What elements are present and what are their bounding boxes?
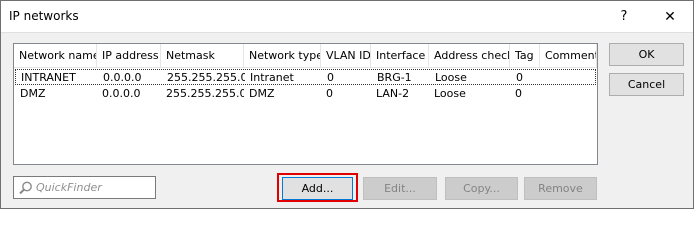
help-button[interactable]: ? xyxy=(601,1,647,32)
cell-comment xyxy=(540,86,596,101)
column-header-netmask[interactable]: Netmask xyxy=(161,44,244,68)
ip-networks-dialog: IP networks ? ✕ Network name IP address … xyxy=(0,0,694,209)
networks-table[interactable]: Network name IP address Netmask Network … xyxy=(13,43,598,165)
column-header-interface[interactable]: Interface xyxy=(371,44,429,68)
cell-ip-address: 0.0.0.0 xyxy=(103,71,142,84)
cell-interface: BRG-1 xyxy=(377,71,412,84)
close-button[interactable]: ✕ xyxy=(647,1,693,32)
table-header: Network name IP address Netmask Network … xyxy=(14,44,597,68)
cell-network-type: Intranet xyxy=(250,71,294,84)
remove-button[interactable]: Remove xyxy=(524,177,597,200)
column-header-comment[interactable]: Comment xyxy=(540,44,597,68)
cell-tag: 0 xyxy=(516,71,523,84)
column-header-vlan-id[interactable]: VLAN ID xyxy=(321,44,371,68)
add-button[interactable]: Add... xyxy=(282,177,353,200)
column-header-network-name[interactable]: Network name xyxy=(14,44,97,68)
ok-button[interactable]: OK xyxy=(609,43,684,66)
copy-button[interactable]: Copy... xyxy=(445,177,518,200)
title-bar: IP networks ? ✕ xyxy=(1,1,693,33)
quickfinder-field[interactable] xyxy=(13,176,156,199)
window-title: IP networks xyxy=(9,9,79,23)
cell-comment xyxy=(541,70,597,85)
column-header-address-check[interactable]: Address check xyxy=(429,44,510,68)
cell-interface: LAN-2 xyxy=(376,87,410,100)
cell-netmask: 255.255.255.0 xyxy=(166,87,244,100)
column-header-ip-address[interactable]: IP address xyxy=(97,44,161,68)
cell-network-type: DMZ xyxy=(249,87,275,100)
search-icon xyxy=(19,181,32,195)
table-row[interactable]: INTRANET 0.0.0.0 255.255.255.0 Intranet … xyxy=(15,69,596,85)
cell-network-name: DMZ xyxy=(20,87,46,100)
cancel-button[interactable]: Cancel xyxy=(609,73,684,96)
column-header-tag[interactable]: Tag xyxy=(510,44,540,68)
column-header-network-type[interactable]: Network type xyxy=(244,44,321,68)
cell-network-name: INTRANET xyxy=(21,71,76,84)
cell-vlan-id: 0 xyxy=(326,87,333,100)
cell-address-check: Loose xyxy=(435,71,467,84)
cell-tag: 0 xyxy=(515,87,522,100)
cell-ip-address: 0.0.0.0 xyxy=(102,87,141,100)
table-row[interactable]: DMZ 0.0.0.0 255.255.255.0 DMZ 0 LAN-2 Lo… xyxy=(15,86,596,102)
cell-address-check: Loose xyxy=(434,87,466,100)
quickfinder-input[interactable] xyxy=(36,179,152,196)
cell-netmask: 255.255.255.0 xyxy=(167,71,245,84)
cell-vlan-id: 0 xyxy=(327,71,334,84)
edit-button[interactable]: Edit... xyxy=(363,177,437,200)
